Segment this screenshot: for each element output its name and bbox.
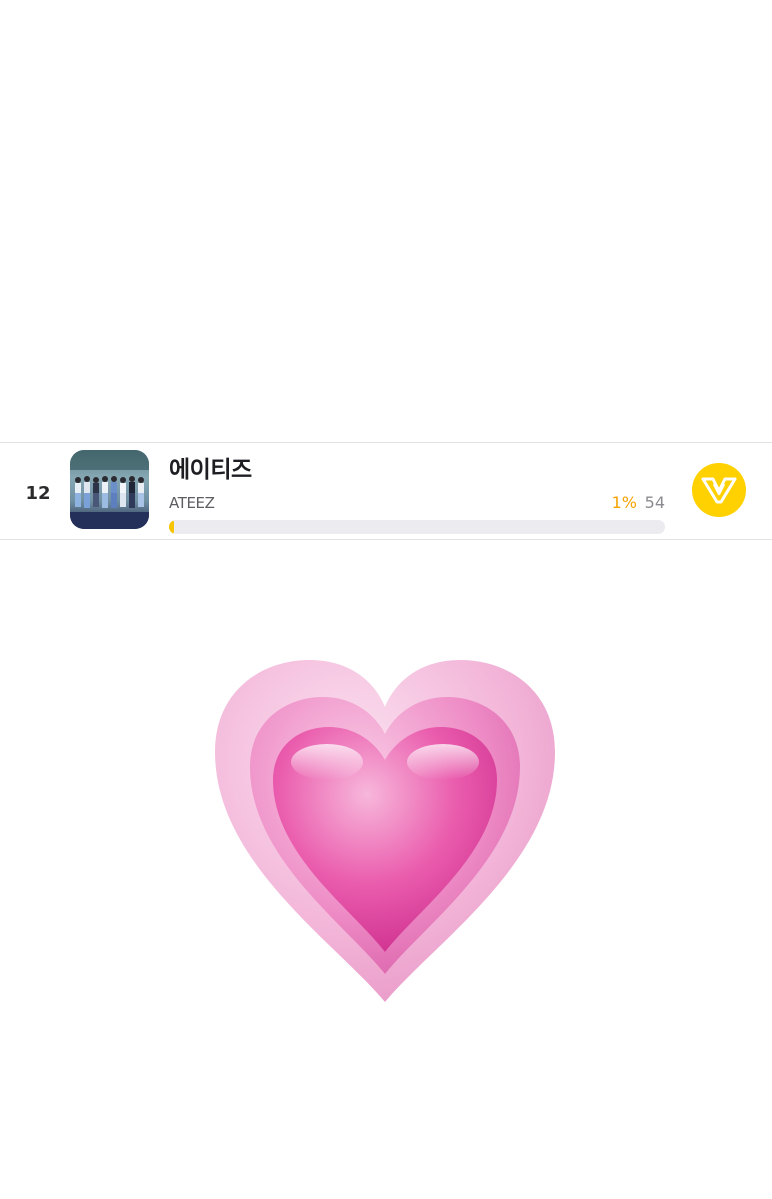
ranking-row[interactable]: 12 에이티즈 ATEEZ 1% 54 (0, 442, 772, 540)
growing-heart-emoji (205, 652, 565, 1012)
artist-name-korean: 에이티즈 (169, 457, 252, 483)
vote-count: 54 (644, 493, 665, 512)
vote-button[interactable] (692, 463, 746, 517)
artist-name-english: ATEEZ (169, 494, 215, 512)
vote-progress-bar (169, 520, 665, 534)
vote-logo-icon (701, 477, 737, 504)
vote-percent: 1% (611, 493, 637, 512)
growing-heart-icon (215, 660, 555, 1002)
artist-thumbnail[interactable] (70, 450, 149, 529)
rank-number: 12 (25, 483, 51, 504)
vote-progress-fill (169, 520, 174, 534)
group-photo-image (70, 450, 149, 529)
